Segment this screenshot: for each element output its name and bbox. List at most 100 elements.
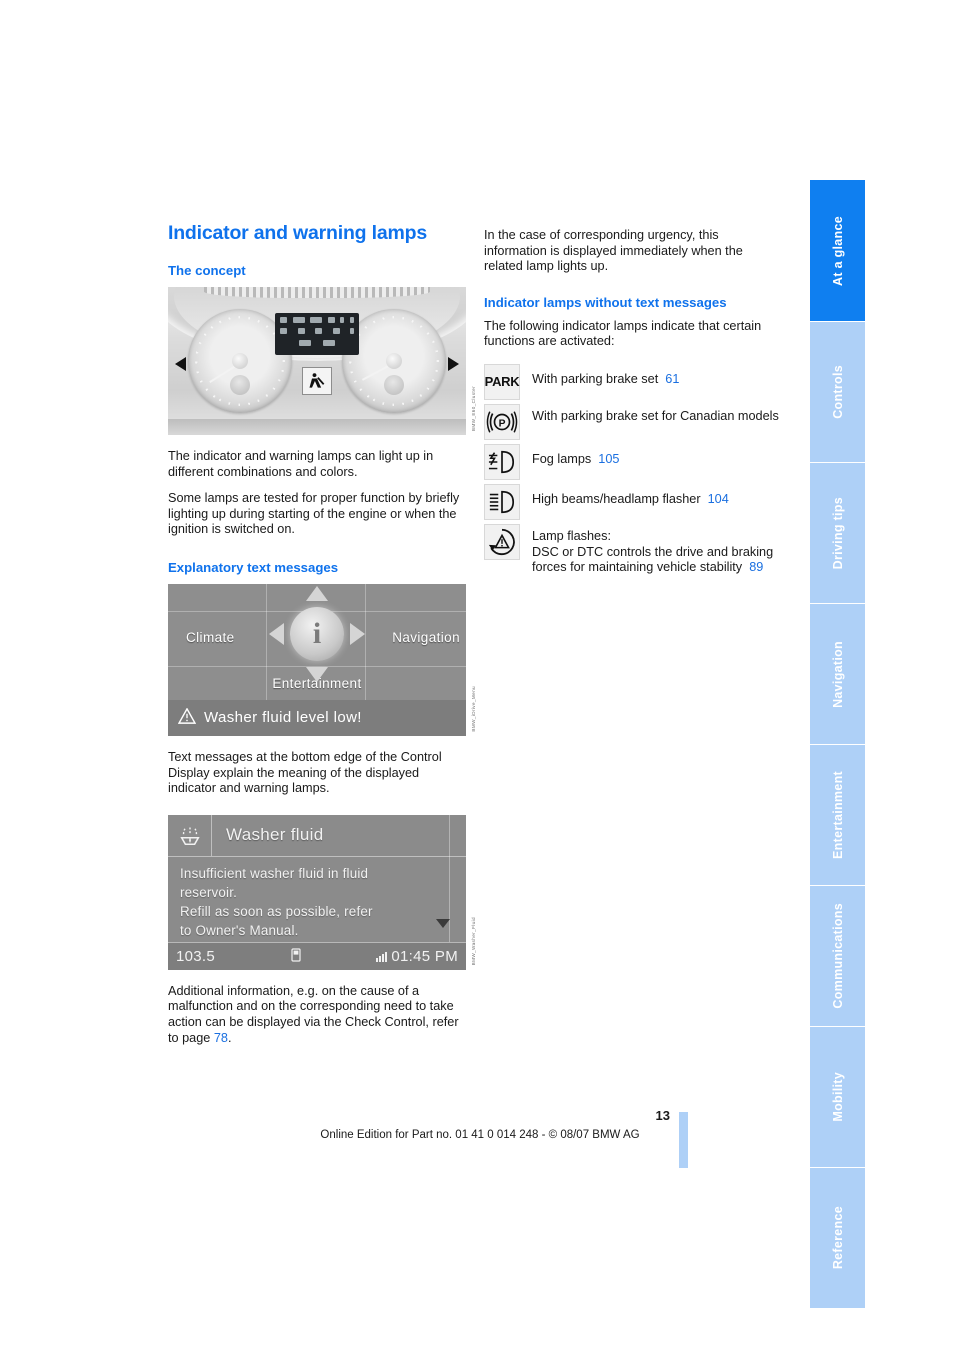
lcd-lamp-pip bbox=[315, 328, 322, 334]
tab-label-wrap: Reference bbox=[810, 1168, 865, 1308]
page-reference-link[interactable]: 78 bbox=[214, 1031, 228, 1045]
tab-label: Driving tips bbox=[830, 496, 845, 570]
left-column: Indicator and warning lamps The concept bbox=[168, 222, 476, 1046]
cluster-trim-band bbox=[203, 287, 431, 298]
lamp-description: With parking brake set 61 bbox=[532, 364, 784, 388]
sidebar-item-entertainment[interactable]: Entertainment bbox=[810, 745, 865, 885]
speedometer-hub bbox=[232, 353, 248, 369]
lamp-label: Lamp flashes: DSC or DTC controls the dri… bbox=[532, 528, 774, 575]
lamp-label: With parking brake set bbox=[532, 371, 659, 386]
lcd-lamp-pip bbox=[323, 340, 335, 346]
figure-credit: BMW_E60_Cluster bbox=[471, 385, 476, 431]
park-brake-text-icon: PARK bbox=[484, 363, 520, 400]
dsc-dtc-icon bbox=[484, 523, 520, 560]
left-turn-indicator-arrow-icon bbox=[175, 357, 186, 371]
tab-label: Communications bbox=[830, 903, 845, 1009]
paragraph-text-pre: Additional information, e.g. on the caus… bbox=[168, 983, 459, 1045]
tachometer-hub bbox=[386, 353, 402, 369]
menu-item-climate[interactable]: Climate bbox=[186, 630, 235, 645]
page-edge-marker bbox=[679, 1112, 688, 1168]
heading-explanatory-text-messages: Explanatory text messages bbox=[168, 559, 339, 575]
lcd-lamp-pip bbox=[340, 317, 345, 323]
warning-triangle-icon bbox=[177, 707, 197, 728]
lamp-description: Lamp flashes: DSC or DTC controls the dri… bbox=[532, 524, 784, 576]
cluster-base-trim bbox=[168, 419, 466, 435]
sidebar-item-communications[interactable]: Communications bbox=[810, 886, 865, 1026]
heading-indicator-lamps-without-text: Indicator lamps without text messages bbox=[484, 294, 727, 310]
tab-label: Mobility bbox=[830, 1072, 845, 1122]
scroll-down-arrow-icon[interactable] bbox=[436, 918, 450, 928]
figure-control-display-menu: Climate Navigation Entertainment i Washe… bbox=[168, 583, 476, 736]
message-line: to Owner's Manual. bbox=[180, 922, 299, 938]
lcd-lamp-pip bbox=[327, 317, 335, 323]
washer-screen-status-bar: 103.5 01:45 PM bbox=[168, 941, 466, 970]
lcd-warning-row-bottom bbox=[280, 340, 354, 346]
right-turn-indicator-arrow-icon bbox=[448, 357, 459, 371]
lcd-lamp-pip bbox=[299, 340, 311, 346]
high-beam-icon bbox=[484, 483, 520, 520]
chevron-right-icon bbox=[350, 622, 365, 645]
lamp-description: With parking brake set for Canadian mode… bbox=[532, 408, 779, 423]
sidebar-item-mobility[interactable]: Mobility bbox=[810, 1027, 865, 1167]
tab-label: Navigation bbox=[830, 640, 845, 708]
tab-label-wrap: Communications bbox=[810, 886, 865, 1026]
list-item: Lamp flashes: DSC or DTC controls the dri… bbox=[484, 523, 784, 576]
menu-item-navigation[interactable]: Navigation bbox=[392, 630, 460, 645]
figure-credit: BMW_iDrive_Menu bbox=[471, 686, 476, 732]
cluster-lcd-panel bbox=[275, 313, 359, 355]
paragraph-lamp-selftest: Some lamps are tested for proper functio… bbox=[168, 491, 460, 537]
tab-label: Entertainment bbox=[830, 771, 845, 859]
seatbelt-warning-lamp-icon bbox=[302, 367, 332, 395]
fog-lamp-icon bbox=[484, 443, 520, 480]
park-brake-canadian-icon: P bbox=[484, 403, 520, 440]
right-column: In the case of corresponding urgency, th… bbox=[484, 228, 784, 580]
tachometer-subdial bbox=[384, 374, 404, 395]
lcd-warning-row-top bbox=[280, 317, 354, 323]
sidebar-item-navigation[interactable]: Navigation bbox=[810, 604, 865, 744]
signal-bars-icon bbox=[376, 950, 388, 963]
sidebar-item-reference[interactable]: Reference bbox=[810, 1168, 865, 1308]
menu-gridline bbox=[266, 583, 268, 700]
sidebar-item-at-a-glance[interactable]: At a glance bbox=[810, 180, 865, 321]
list-item: P With parking brake set for Canadian mo… bbox=[484, 403, 784, 440]
lamp-description: Fog lamps 105 bbox=[532, 444, 784, 468]
lcd-lamp-pip bbox=[332, 328, 340, 334]
page-reference-link[interactable]: 61 bbox=[665, 372, 679, 386]
paragraph-text-post: . bbox=[227, 1030, 232, 1045]
washer-screen-message: Insufficient washer fluid in fluid reser… bbox=[168, 857, 466, 940]
sidebar-item-controls[interactable]: Controls bbox=[810, 322, 865, 462]
lcd-lamp-pip bbox=[310, 317, 323, 323]
info-icon[interactable]: i bbox=[290, 606, 344, 661]
status-right-group: 01:45 PM bbox=[376, 948, 458, 965]
lcd-lamp-pip bbox=[292, 317, 305, 323]
idrive-main-menu-photo: Climate Navigation Entertainment i Washe… bbox=[168, 583, 466, 736]
chevron-up-icon bbox=[306, 585, 328, 601]
lcd-lamp-pip bbox=[350, 328, 354, 334]
idrive-controller-rose: i bbox=[269, 585, 365, 682]
tab-label-wrap: Navigation bbox=[810, 604, 865, 744]
chevron-down-icon bbox=[306, 666, 328, 682]
phone-icon bbox=[215, 948, 376, 965]
lcd-warning-row-middle bbox=[280, 328, 354, 334]
info-glyph: i bbox=[312, 616, 322, 650]
lcd-lamp-pip bbox=[297, 328, 305, 334]
washer-fluid-screen-photo: Washer fluid Insufficient washer fluid i… bbox=[168, 814, 466, 970]
paragraph-lamps-intro: The following indicator lamps indicate t… bbox=[484, 318, 762, 349]
lamp-label: High beams/headlamp flasher bbox=[532, 491, 701, 506]
figure-credit: BMW_Washer_Fluid bbox=[471, 917, 476, 966]
tab-label: Controls bbox=[830, 365, 845, 419]
list-item: Fog lamps 105 bbox=[484, 443, 784, 480]
status-message: Washer fluid level low! bbox=[204, 709, 362, 727]
lamp-description: High beams/headlamp flasher 104 bbox=[532, 484, 784, 508]
page-reference-link[interactable]: 104 bbox=[708, 492, 729, 506]
section-tab-strip: At a glance Controls Driving tips Naviga… bbox=[810, 180, 865, 1308]
sidebar-item-driving-tips[interactable]: Driving tips bbox=[810, 463, 865, 603]
lamp-label: Fog lamps bbox=[532, 451, 592, 466]
page-reference-link[interactable]: 89 bbox=[749, 560, 763, 574]
tab-label-wrap: Controls bbox=[810, 322, 865, 462]
page-reference-link[interactable]: 105 bbox=[598, 452, 619, 466]
figure-washer-fluid-message: Washer fluid Insufficient washer fluid i… bbox=[168, 814, 476, 970]
washer-screen-titlebar: Washer fluid bbox=[168, 814, 466, 857]
list-item: High beams/headlamp flasher 104 bbox=[484, 483, 784, 520]
tab-label: Reference bbox=[830, 1206, 845, 1270]
